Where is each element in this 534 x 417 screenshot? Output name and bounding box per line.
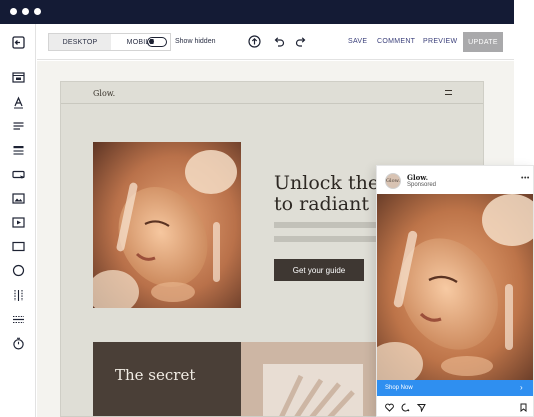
window-dot[interactable]	[34, 8, 41, 15]
undo-icon[interactable]	[272, 35, 285, 53]
shop-now-button[interactable]: Shop Now ›	[377, 380, 533, 396]
post-actions	[377, 398, 533, 416]
bookmark-icon[interactable]	[519, 403, 528, 412]
brand-logo[interactable]: Glow.	[93, 89, 115, 98]
columns-icon[interactable]	[11, 288, 25, 302]
exit-icon[interactable]	[11, 35, 25, 49]
hero-image[interactable]	[93, 142, 241, 308]
sponsored-label: Sponsored	[407, 182, 437, 188]
more-options-icon[interactable]: •••	[521, 175, 530, 182]
hero-headline-line-2: to radiant s	[274, 193, 385, 215]
text-placeholder-line	[274, 236, 384, 242]
element-sidebar	[0, 24, 36, 417]
window-dot[interactable]	[22, 8, 29, 15]
upload-icon[interactable]	[248, 35, 261, 53]
redo-icon[interactable]	[295, 35, 308, 53]
heart-icon[interactable]	[385, 403, 394, 412]
video-icon[interactable]	[11, 215, 25, 229]
button-icon[interactable]	[11, 167, 25, 181]
save-button[interactable]: SAVE	[348, 38, 367, 45]
circle-icon[interactable]	[11, 263, 25, 277]
account-name[interactable]: Glow.	[407, 173, 428, 182]
section-title: The secret	[115, 366, 196, 384]
timer-icon[interactable]	[11, 336, 25, 350]
hero-headline: Unlock the to radiant s	[274, 173, 385, 215]
shop-now-label: Shop Now	[385, 385, 413, 391]
comment-button[interactable]: COMMENT	[377, 38, 415, 45]
comment-icon[interactable]	[401, 403, 410, 412]
image-icon[interactable]	[11, 191, 25, 205]
show-hidden-toggle[interactable]	[147, 37, 167, 47]
container-icon[interactable]	[11, 239, 25, 253]
desktop-view-button[interactable]: DESKTOP	[49, 34, 111, 50]
share-icon[interactable]	[417, 403, 426, 412]
window-titlebar	[0, 0, 514, 24]
toggle-knob	[149, 39, 154, 44]
list-icon[interactable]	[11, 143, 25, 157]
avatar: Glow.	[385, 173, 401, 189]
instagram-ad-preview[interactable]: Glow. Glow. Sponsored ••• Shop Now ›	[376, 165, 534, 417]
page-nav: Glow.	[61, 82, 483, 104]
menu-icon[interactable]	[445, 90, 452, 95]
chevron-right-icon: ›	[520, 383, 523, 392]
update-button[interactable]: UPDATE	[463, 32, 503, 52]
ad-image	[377, 194, 533, 380]
get-guide-button[interactable]: Get your guide	[274, 259, 364, 281]
text-icon[interactable]	[11, 95, 25, 109]
divider-icon[interactable]	[11, 312, 25, 326]
hero-headline-line-1: Unlock the	[274, 172, 380, 194]
text-placeholder-line	[274, 222, 384, 228]
section-icon[interactable]	[11, 70, 25, 84]
preview-button[interactable]: PREVIEW	[423, 38, 457, 45]
window-dot[interactable]	[10, 8, 17, 15]
show-hidden-label: Show hidden	[175, 38, 216, 45]
secret-section[interactable]: The secret	[93, 342, 241, 416]
paragraph-icon[interactable]	[11, 119, 25, 133]
editor-toolbar: DESKTOP MOBILE Show hidden SAVE COMMENT …	[37, 24, 514, 60]
